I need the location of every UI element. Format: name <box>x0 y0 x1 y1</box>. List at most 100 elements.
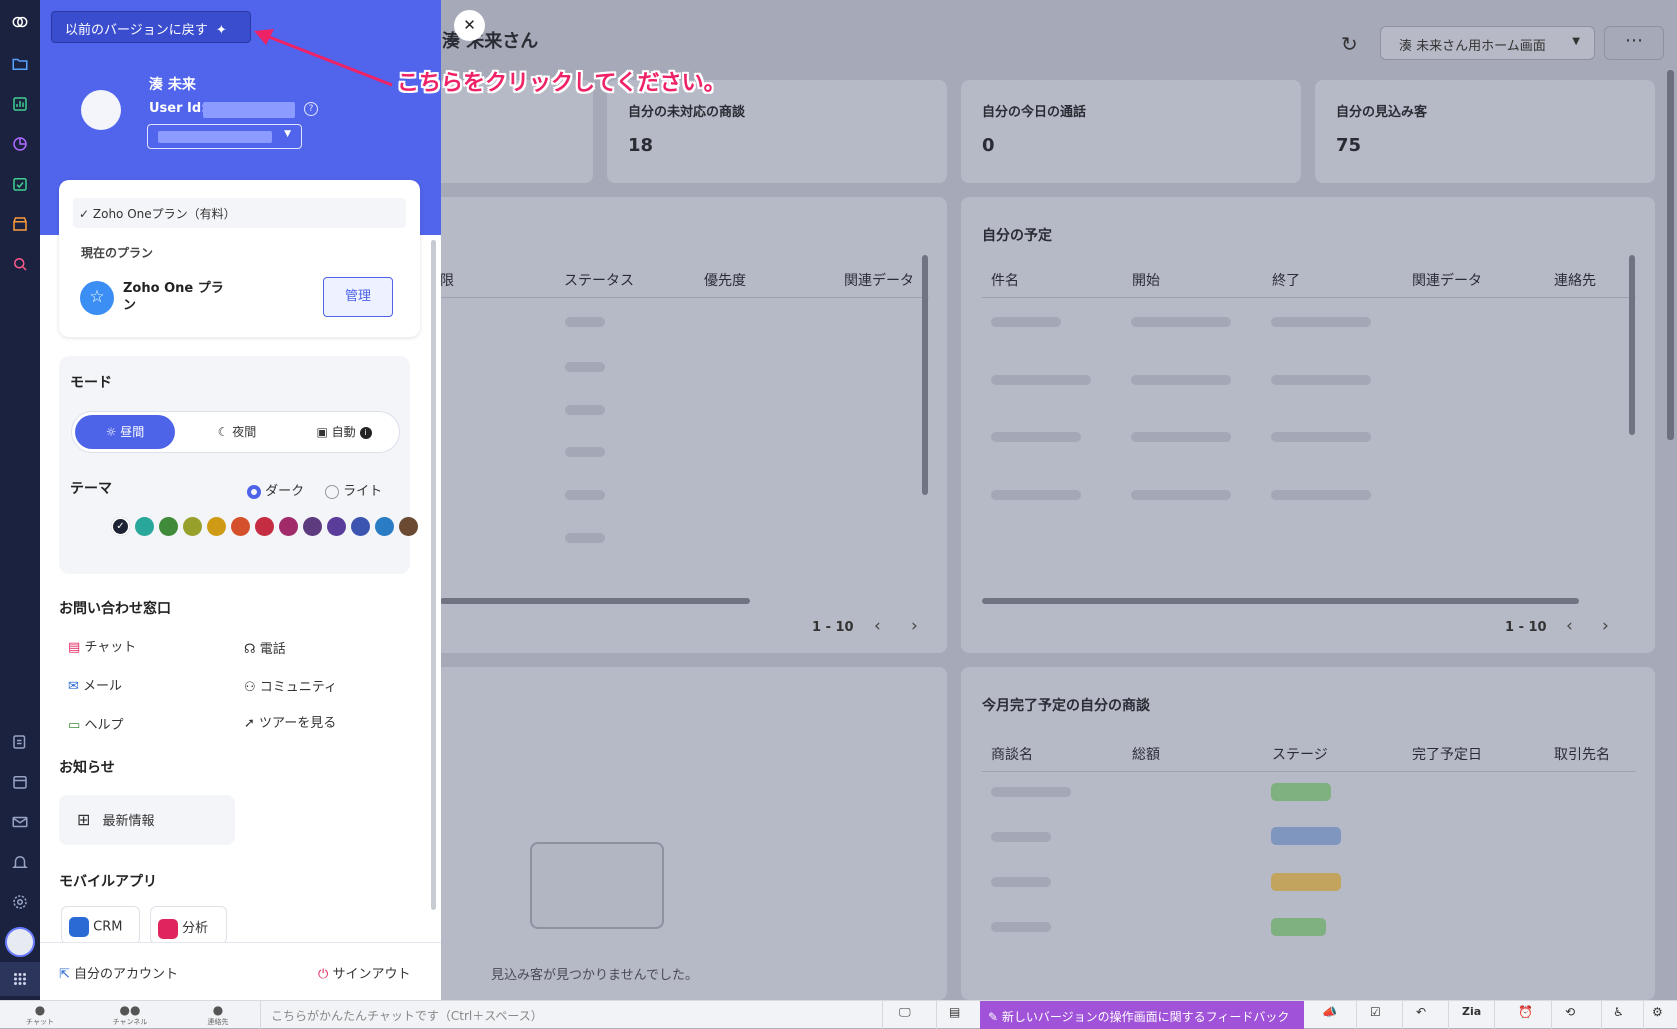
help-icon[interactable]: ? <box>304 102 318 116</box>
theme-color-swatch[interactable] <box>255 517 274 536</box>
apps-grid-icon[interactable] <box>0 962 40 996</box>
prev-page-icon[interactable]: ‹ <box>874 616 881 636</box>
revert-version-button[interactable]: 以前のバージョンに戻す ✦ <box>51 11 251 43</box>
mode-day-button[interactable]: ☼ 昼間 <box>75 415 175 449</box>
close-button[interactable]: ✕ <box>454 10 485 41</box>
whats-new-link[interactable]: ⊞ 最新情報 <box>59 795 235 845</box>
contact-tour-link[interactable]: ➚ ツアーを見る <box>244 712 336 731</box>
notification-settings-icon[interactable]: ⚙ <box>1652 1005 1672 1025</box>
schedule-card: 自分の予定 件名 開始 終了 関連データ 連絡先 1 - 10 ‹ › <box>961 197 1655 653</box>
feedback-button[interactable]: ✎ 新しいバージョンの操作画面に関するフィードバック <box>980 1001 1304 1029</box>
schedule-table-header: 件名 開始 終了 関連データ 連絡先 <box>982 260 1636 298</box>
home-view-select[interactable]: 湊 未来さん用ホーム画面 ▼ <box>1380 26 1595 60</box>
rocket-icon: ➚ <box>244 716 255 731</box>
check-activity-icon[interactable]: ☑ <box>1370 1005 1390 1025</box>
mail-icon[interactable] <box>0 802 40 842</box>
contact-community-link[interactable]: ⚇ コミュニティ <box>244 676 337 695</box>
contact-help-link[interactable]: ▭ ヘルプ <box>68 714 123 733</box>
theme-color-swatch[interactable] <box>399 517 418 536</box>
accessibility-icon[interactable]: ♿ <box>1613 1005 1633 1025</box>
gallery-icon[interactable]: ▤ <box>949 1005 969 1025</box>
tasks-card: 限 ステータス 優先度 関連データ 1 - 10 ‹ › <box>420 197 947 653</box>
contact-chat-link[interactable]: ▤ チャット <box>68 636 136 655</box>
footer-chat[interactable]: ● チャット <box>20 1003 60 1027</box>
horizontal-scrollbar[interactable] <box>440 598 750 604</box>
avatar[interactable] <box>81 90 121 130</box>
gift-icon: ⊞ <box>77 810 91 829</box>
mobile-analytics-label: 分析 <box>182 921 209 936</box>
panel-scrollbar[interactable] <box>431 240 436 910</box>
plan-badge: ✓ Zoho Oneプラン（有料） <box>73 198 406 228</box>
page-scrollbar[interactable] <box>1667 70 1674 440</box>
contact-mail-link[interactable]: ✉ メール <box>68 675 122 694</box>
calendar-icon[interactable] <box>0 762 40 802</box>
contact-help-label: ヘルプ <box>84 718 124 733</box>
avatar[interactable] <box>0 922 40 962</box>
theme-color-swatch[interactable] <box>279 517 298 536</box>
divider <box>936 1001 937 1029</box>
megaphone-icon[interactable]: 📣 <box>1322 1005 1342 1025</box>
theme-color-swatch[interactable] <box>327 517 346 536</box>
gear-icon[interactable] <box>0 882 40 922</box>
history-icon[interactable]: ⟲ <box>1565 1005 1585 1025</box>
quick-chat-input[interactable]: こちらがかんたんチャットです（Ctrl＋スペース） <box>271 1007 543 1024</box>
mode-title: モード <box>70 375 112 391</box>
theme-color-swatch[interactable] <box>351 517 370 536</box>
theme-color-swatch[interactable] <box>231 517 250 536</box>
org-select[interactable]: ▼ <box>147 124 302 149</box>
zia-icon[interactable]: Zia <box>1462 1005 1482 1025</box>
vertical-scrollbar[interactable] <box>922 255 928 495</box>
undo-icon[interactable]: ↶ <box>1416 1005 1436 1025</box>
bell-icon[interactable] <box>0 842 40 882</box>
mobile-analytics-button[interactable]: 分析 <box>150 906 227 944</box>
theme-color-swatch[interactable]: ✓ <box>111 517 130 536</box>
next-page-icon[interactable]: › <box>911 616 918 636</box>
refresh-icon[interactable]: ↻ <box>1341 32 1358 56</box>
mode-night-label: 夜間 <box>232 425 257 439</box>
add-note-icon[interactable] <box>0 722 40 762</box>
crm-app-icon <box>69 917 89 937</box>
mobile-title: モバイルアプリ <box>59 874 157 890</box>
kpi-label: 自分の見込み客 <box>1336 105 1428 120</box>
calendar-check-icon[interactable] <box>0 164 40 204</box>
theme-dark-radio[interactable]: ダーク <box>247 480 304 499</box>
alarm-icon[interactable]: ⏰ <box>1518 1005 1538 1025</box>
divider <box>882 1001 883 1029</box>
analytics-icon[interactable] <box>0 124 40 164</box>
footer-contacts[interactable]: ● 連絡先 <box>198 1003 238 1027</box>
info-icon: i <box>359 426 372 439</box>
chevron-down-icon: ▼ <box>284 129 291 139</box>
footer-channel[interactable]: ●● チャンネル <box>105 1003 155 1027</box>
reports-icon[interactable] <box>0 84 40 124</box>
theme-color-swatch[interactable] <box>159 517 178 536</box>
store-icon[interactable] <box>0 204 40 244</box>
sign-out-link[interactable]: ⏻ サインアウト <box>318 963 410 982</box>
blurred-row <box>991 317 1061 327</box>
contact-phone-link[interactable]: ☊ 電話 <box>244 638 286 657</box>
leads-card: 見込み客が見つかりませんでした。 <box>420 667 947 1000</box>
headset-icon: ☊ <box>244 642 256 657</box>
theme-color-swatch[interactable] <box>183 517 202 536</box>
prev-page-icon[interactable]: ‹ <box>1566 616 1573 636</box>
theme-color-swatch[interactable] <box>375 517 394 536</box>
column-header: 取引先名 <box>1554 747 1610 763</box>
manage-button[interactable]: 管理 <box>323 277 393 317</box>
theme-color-swatch[interactable] <box>135 517 154 536</box>
footer-channel-label: チャンネル <box>112 1018 148 1026</box>
more-button[interactable]: ⋯ <box>1604 26 1664 60</box>
screen-share-icon[interactable]: 🖵 <box>899 1005 919 1025</box>
theme-color-swatch[interactable] <box>207 517 226 536</box>
mobile-crm-button[interactable]: CRM <box>61 906 140 944</box>
folder-icon[interactable] <box>0 44 40 84</box>
theme-color-swatch[interactable] <box>303 517 322 536</box>
horizontal-scrollbar[interactable] <box>982 598 1579 604</box>
search-icon[interactable] <box>0 244 40 284</box>
next-page-icon[interactable]: › <box>1602 616 1609 636</box>
mode-night-button[interactable]: ☾ 夜間 <box>192 415 282 449</box>
zoho-logo-icon[interactable] <box>0 0 40 44</box>
theme-light-radio[interactable]: ライト <box>325 480 382 499</box>
appearance-section: モード ☼ 昼間 ☾ 夜間 ▣ 自動 i テーマ ダーク ライト <box>59 356 410 574</box>
my-account-link[interactable]: ⇱ 自分のアカウント <box>59 963 178 982</box>
vertical-scrollbar[interactable] <box>1629 255 1635 435</box>
mode-auto-button[interactable]: ▣ 自動 i <box>294 415 394 449</box>
